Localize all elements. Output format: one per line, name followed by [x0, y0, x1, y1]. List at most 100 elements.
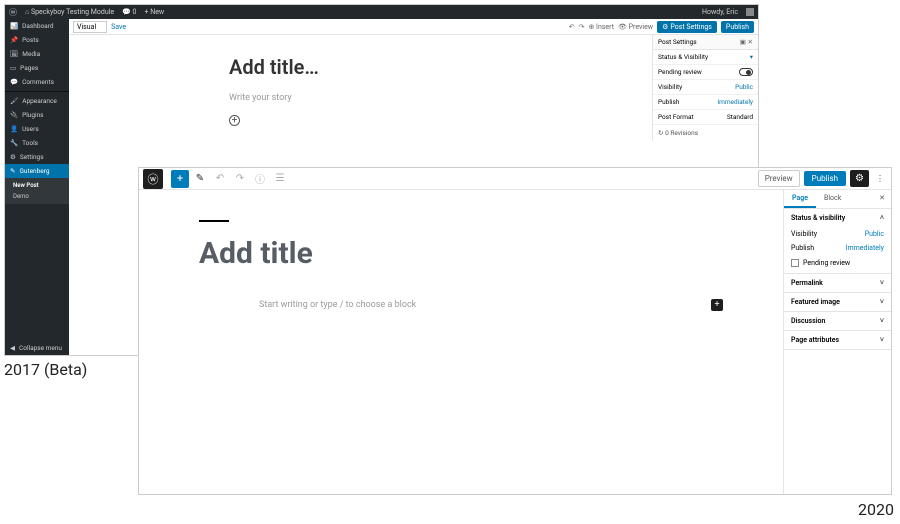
publish-link[interactable]: Immediately	[846, 244, 884, 252]
section-permalink[interactable]: Permalink˅	[784, 274, 891, 293]
year-label-2017: 2017 (Beta)	[4, 360, 87, 379]
preview-button[interactable]: Preview	[758, 170, 800, 187]
gear-icon: ⚙	[662, 23, 668, 31]
info-icon[interactable]: ⓘ	[251, 170, 269, 188]
undo-icon[interactable]: ↶	[211, 170, 229, 188]
sidebar-item-media[interactable]: 🖼Media	[5, 47, 69, 61]
mode-select[interactable]: Visual	[73, 21, 107, 33]
wp-logo-icon[interactable]: ⓦ	[143, 169, 163, 189]
comments-count[interactable]: 💬 0	[122, 8, 136, 16]
close-icon[interactable]: ✕	[748, 38, 753, 46]
sidebar-item-users[interactable]: 👤Users	[5, 122, 69, 136]
edit-mode-icon[interactable]: ✎	[191, 170, 209, 188]
sidebar-item-pages[interactable]: ▭Pages	[5, 61, 69, 75]
outline-icon[interactable]: ☰	[271, 170, 289, 188]
publish-button[interactable]: Publish	[804, 171, 846, 186]
post-settings-panel: Post Settings ▣ ✕ Status & Visibility▾ P…	[652, 35, 758, 141]
dashboard-icon: 📊	[10, 22, 18, 30]
panel-pin-icon[interactable]: ▣	[740, 38, 746, 46]
brush-icon: 🖌	[10, 97, 18, 105]
checkbox-icon[interactable]	[791, 259, 799, 267]
block-prompt-text[interactable]: Start writing or type / to choose a bloc…	[259, 300, 416, 310]
sidebar-submenu: New Post Demo	[5, 178, 69, 204]
collapse-menu[interactable]: ◀Collapse menu	[5, 341, 69, 355]
chevron-down-icon: ˅	[880, 317, 884, 325]
tab-block[interactable]: Block	[816, 190, 849, 208]
sidebar-item-comments[interactable]: 💬Comments	[5, 75, 69, 89]
editor-2020: ⓦ + ✎ ↶ ↷ ⓘ ☰ Preview Publish ⚙ ⋮ Add ti…	[138, 167, 892, 495]
submenu-demo[interactable]: Demo	[5, 191, 69, 202]
status-header[interactable]: Status & visibility˄	[784, 209, 891, 227]
insert-button[interactable]: ⊕ Insert	[588, 23, 614, 31]
sidebar-separator	[5, 91, 69, 92]
sidebar-item-gutenberg[interactable]: ✎Gutenberg	[5, 164, 69, 178]
admin-sidebar: 📊Dashboard 📌Posts 🖼Media ▭Pages 💬Comment…	[5, 19, 69, 355]
submenu-new-post[interactable]: New Post	[5, 180, 69, 191]
adminbar: ⓦ ⌂ Speckyboy Testing Module 💬 0 + New H…	[5, 5, 758, 19]
add-block-icon[interactable]: +	[711, 299, 723, 311]
avatar[interactable]	[746, 8, 754, 16]
tab-page[interactable]: Page	[784, 190, 816, 208]
new-button[interactable]: + New	[144, 8, 164, 16]
howdy-user[interactable]: Howdy, Eric	[702, 8, 738, 16]
section-featured-image[interactable]: Featured image˅	[784, 293, 891, 312]
row-pending-review: Pending review	[653, 65, 758, 80]
pending-checkbox-row[interactable]: Pending review	[784, 255, 891, 273]
site-name[interactable]: ⌂ Speckyboy Testing Module	[25, 8, 114, 16]
editor-toolbar: ⓦ + ✎ ↶ ↷ ⓘ ☰ Preview Publish ⚙ ⋮	[139, 168, 891, 190]
more-icon[interactable]: ⋮	[873, 174, 887, 183]
story-placeholder[interactable]: Write your story	[229, 93, 598, 103]
section-status: Status & visibility˄ VisibilityPublic Pu…	[784, 209, 891, 274]
editor-canvas[interactable]: Add title Start writing or type / to cho…	[139, 190, 783, 494]
title-input[interactable]: Add title	[199, 236, 723, 271]
preview-button[interactable]: 👁 Preview	[618, 23, 653, 31]
page-icon: ▭	[10, 64, 16, 72]
sidebar-item-settings[interactable]: ⚙Settings	[5, 150, 69, 164]
panel-tabs: Page Block ✕	[784, 190, 891, 209]
redo-icon[interactable]: ↷	[231, 170, 249, 188]
chevron-down-icon: ˅	[880, 298, 884, 306]
visibility-link[interactable]: Public	[735, 83, 753, 91]
redo-icon[interactable]: ↷	[579, 23, 585, 31]
row-post-format: Post FormatStandard	[653, 110, 758, 125]
panel-title: Post Settings	[658, 38, 697, 46]
row-visibility: VisibilityPublic	[653, 80, 758, 95]
editor-toolbar: Visual Save ↶ ↷ ⊕ Insert 👁 Preview ⚙Post…	[69, 19, 758, 35]
visibility-link[interactable]: Public	[865, 230, 884, 238]
sidebar-item-tools[interactable]: 🔧Tools	[5, 136, 69, 150]
publish-link[interactable]: Immediately	[717, 98, 753, 106]
save-link[interactable]: Save	[111, 23, 126, 31]
sidebar-item-appearance[interactable]: 🖌Appearance	[5, 94, 69, 108]
close-icon[interactable]: ✕	[873, 190, 891, 208]
wp-logo-icon[interactable]: ⓦ	[9, 7, 17, 18]
media-icon: 🖼	[10, 50, 18, 58]
sidebar-item-posts[interactable]: 📌Posts	[5, 33, 69, 47]
user-icon: 👤	[10, 125, 18, 133]
collapse-icon: ◀	[10, 344, 15, 352]
add-block-icon[interactable]: +	[229, 115, 240, 126]
pending-toggle[interactable]	[739, 68, 753, 76]
title-input[interactable]: Add title…	[229, 55, 598, 79]
pencil-icon: ✎	[10, 167, 15, 175]
revisions-row[interactable]: ↻ 0 Revisions	[653, 125, 758, 141]
plug-icon: 🔌	[10, 111, 18, 119]
pin-icon: 📌	[10, 36, 18, 44]
row-publish: PublishImmediately	[784, 241, 891, 255]
post-settings-button[interactable]: ⚙Post Settings	[657, 21, 717, 33]
publish-button[interactable]: Publish	[721, 21, 754, 33]
chevron-up-icon: ˄	[880, 214, 884, 222]
add-block-button[interactable]: +	[171, 170, 189, 188]
year-label-2020: 2020	[858, 500, 894, 519]
settings-panel: Page Block ✕ Status & visibility˄ Visibi…	[783, 190, 891, 494]
sidebar-item-dashboard[interactable]: 📊Dashboard	[5, 19, 69, 33]
block-prompt-row[interactable]: Start writing or type / to choose a bloc…	[199, 299, 723, 311]
undo-icon[interactable]: ↶	[569, 23, 575, 31]
section-page-attributes[interactable]: Page attributes˅	[784, 331, 891, 350]
wrench-icon: 🔧	[10, 139, 18, 147]
settings-toggle[interactable]: ⚙	[850, 170, 869, 187]
chevron-down-icon: ˅	[880, 336, 884, 344]
title-rule	[199, 220, 229, 222]
row-status-visibility[interactable]: Status & Visibility▾	[653, 50, 758, 65]
section-discussion[interactable]: Discussion˅	[784, 312, 891, 331]
sidebar-item-plugins[interactable]: 🔌Plugins	[5, 108, 69, 122]
